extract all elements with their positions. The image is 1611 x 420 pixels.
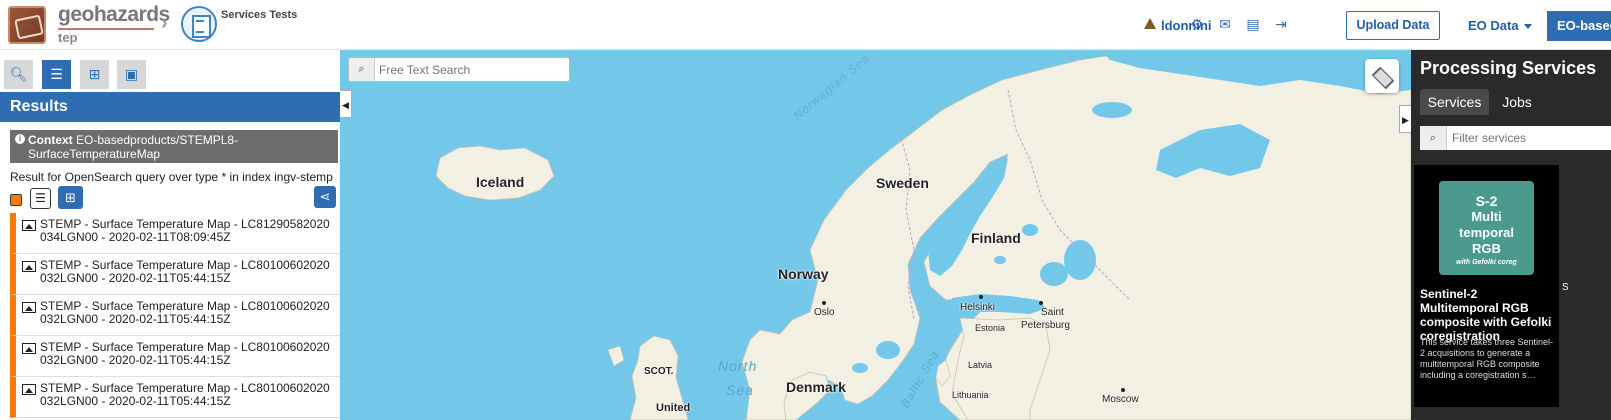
map-city-saint: Saint: [1041, 307, 1064, 318]
thumb-line3: temporal: [1459, 225, 1514, 240]
gear-icon[interactable]: ⚙: [1189, 16, 1205, 32]
book-icon[interactable]: ▤: [1245, 16, 1261, 32]
collapse-right-panel-icon[interactable]: ▶: [1399, 105, 1411, 133]
map-sea-north-2: Sea: [726, 382, 754, 398]
context-label: Context: [28, 133, 73, 147]
image-icon: [22, 220, 36, 231]
thumb-line2: Multi: [1471, 209, 1502, 224]
service-description: This service takes three Sentinel-2 acqu…: [1420, 337, 1554, 380]
city-dot: [822, 301, 826, 305]
processing-services-panel: Processing Services Services Jobs ⌕ S-2 …: [1411, 50, 1611, 420]
map-label-united: United: [656, 402, 691, 414]
chevron-right-icon: ›: [161, 12, 168, 34]
archive-tab-icon[interactable]: ▣: [117, 60, 146, 89]
map-city-petersburg: Petersburg: [1021, 320, 1070, 331]
next-service-card-fragment: S: [1562, 282, 1569, 293]
tab-services[interactable]: Services: [1420, 89, 1489, 115]
map-label-sweden: Sweden: [876, 175, 929, 191]
caret-down-icon[interactable]: [1524, 24, 1532, 29]
tab-jobs[interactable]: Jobs: [1497, 89, 1537, 115]
logo-name[interactable]: geohazards: [58, 3, 170, 27]
share-icon[interactable]: ⋖: [314, 186, 336, 208]
list-view-icon[interactable]: ☰: [30, 188, 51, 209]
free-text-search-input[interactable]: [379, 58, 567, 81]
image-icon: [22, 261, 36, 272]
results-header: Results: [0, 92, 349, 122]
city-dot: [1039, 301, 1043, 305]
result-title-line2: 032LGN00 - 2020-02-11T05:44:15Z: [40, 271, 231, 285]
image-icon: [22, 384, 36, 395]
top-header: geohazards tep › Services Tests ldonnini…: [0, 0, 1611, 50]
thumb-subtitle: with Gefolki coreg: [1456, 259, 1517, 266]
result-item[interactable]: STEMP - Surface Temperature Map - LC8010…: [10, 295, 343, 336]
search-icon[interactable]: ⌕: [349, 58, 375, 81]
map-label-finland: Finland: [971, 230, 1021, 246]
thumb-line1: S-2: [1475, 193, 1498, 209]
services-tests-app-icon[interactable]: [181, 6, 217, 42]
processing-services-title: Processing Services: [1420, 58, 1597, 78]
service-name[interactable]: Sentinel-2 Multitemporal RGB composite w…: [1420, 287, 1555, 343]
add-to-basket-icon[interactable]: ⊞: [58, 186, 83, 209]
map-city-latvia: Latvia: [968, 360, 993, 370]
result-item[interactable]: STEMP - Surface Temperature Map - LC8010…: [10, 336, 343, 377]
map-sea-north-1: North: [718, 358, 758, 374]
city-dot: [979, 295, 983, 299]
map-city-estonia: Estonia: [975, 323, 1006, 333]
result-title-line2: 034LGN00 - 2020-02-11T08:09:45Z: [40, 230, 231, 244]
map-city-moscow: Moscow: [1102, 394, 1139, 405]
map-label-norway: Norway: [778, 266, 829, 282]
result-title-line2: 032LGN00 - 2020-02-11T05:44:15Z: [40, 353, 231, 367]
eo-based-button[interactable]: EO-based: [1547, 11, 1611, 41]
collapse-left-panel-icon[interactable]: ◀: [340, 90, 352, 118]
filter-services-box: ⌕: [1420, 126, 1611, 150]
result-title-line2: 032LGN00 - 2020-02-11T05:44:15Z: [40, 394, 231, 408]
result-item[interactable]: STEMP - Surface Temperature Map - LC8010…: [10, 377, 343, 418]
query-description: Result for OpenSearch query over type * …: [10, 170, 333, 184]
basket-tab-icon[interactable]: ⊞: [80, 60, 109, 89]
result-item[interactable]: STEMP - Surface Temperature Map - LC8129…: [10, 213, 343, 254]
results-list-tab-icon[interactable]: ☰: [42, 60, 71, 89]
sign-out-icon[interactable]: ⇥: [1273, 16, 1289, 32]
map-city-oslo: Oslo: [814, 307, 835, 318]
info-icon: i: [15, 134, 25, 144]
map-search-box: ⌕: [348, 57, 570, 82]
filter-services-input[interactable]: [1452, 126, 1611, 150]
image-icon: [22, 302, 36, 313]
service-thumbnail[interactable]: S-2 Multi temporal RGB with Gefolki core…: [1439, 181, 1534, 275]
upload-data-button[interactable]: Upload Data: [1346, 11, 1440, 40]
warning-icon: [1144, 18, 1156, 29]
eo-data-dropdown[interactable]: EO Data: [1468, 18, 1519, 33]
search-icon[interactable]: ⌕: [1420, 126, 1447, 150]
breadcrumb-title[interactable]: Services Tests: [221, 9, 297, 21]
thumb-line4: RGB: [1472, 241, 1501, 256]
result-title-line2: 032LGN00 - 2020-02-11T05:44:15Z: [40, 312, 231, 326]
map-city-lithuania: Lithuania: [952, 390, 989, 400]
image-icon: [22, 343, 36, 354]
layers-icon[interactable]: [1365, 59, 1399, 93]
map-view[interactable]: Iceland Sweden Finland Norway Denmark Un…: [340, 50, 1411, 420]
map-label-iceland: Iceland: [476, 174, 525, 190]
map-label-scot: SCOT.: [644, 366, 674, 377]
envelope-icon[interactable]: ✉: [1217, 16, 1233, 32]
logo-subtitle: tep: [58, 30, 78, 45]
context-box: i Context EO-basedproducts/STEMPL8-Surfa…: [10, 130, 338, 163]
geohazards-logo-icon[interactable]: [8, 6, 46, 44]
service-card[interactable]: S-2 Multi temporal RGB with Gefolki core…: [1414, 165, 1559, 407]
left-panel-tabs: 🔍︎ ☰ ⊞ ▣: [0, 50, 349, 92]
select-all-checkbox[interactable]: [10, 194, 22, 206]
map-city-helsinki: Helsinki: [960, 302, 996, 313]
left-panel: 🔍︎ ☰ ⊞ ▣ Results i Context EO-basedprodu…: [0, 50, 349, 420]
map-label-denmark: Denmark: [786, 379, 846, 395]
result-item[interactable]: STEMP - Surface Temperature Map - LC8010…: [10, 254, 343, 295]
search-tab-icon[interactable]: 🔍︎: [4, 60, 33, 89]
map-basemap: [435, 50, 1411, 420]
result-list: STEMP - Surface Temperature Map - LC8129…: [10, 213, 343, 418]
city-dot: [1121, 388, 1125, 392]
